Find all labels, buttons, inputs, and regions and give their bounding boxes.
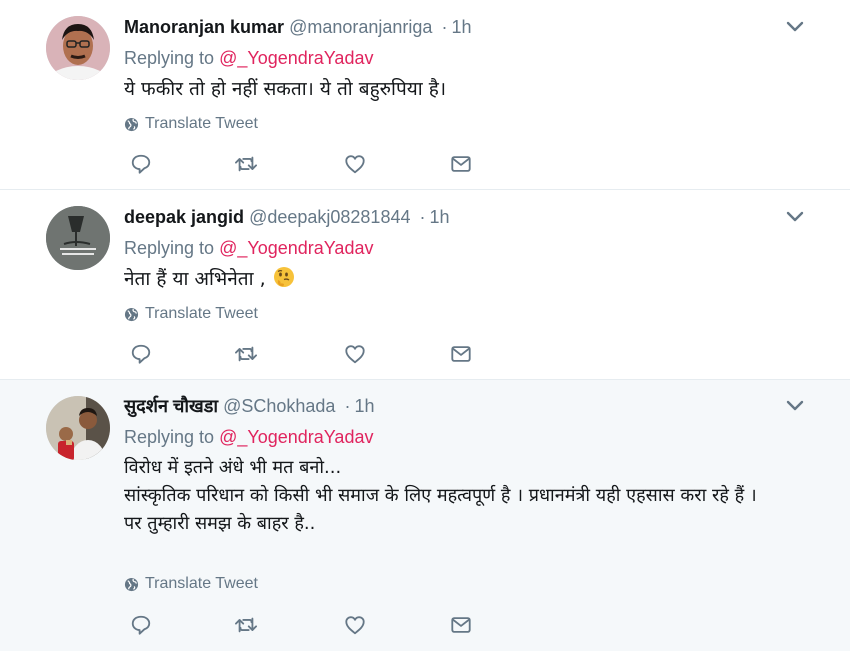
mention-link[interactable]: @_YogendraYadav [219, 238, 373, 258]
separator-dot: · [419, 207, 426, 227]
replying-label: Replying to [124, 48, 220, 68]
chevron-down-icon[interactable] [780, 15, 810, 39]
tweet-text: विरोध में इतने अंधे भी मत बनो... सांस्कृ… [124, 457, 757, 534]
retweet-icon[interactable] [231, 613, 261, 637]
avatar-photo [46, 396, 110, 460]
tweet-actions [124, 613, 484, 637]
timestamp[interactable]: 1h [451, 17, 471, 37]
tweet-actions [124, 152, 484, 176]
tweet-content: सुदर्शन चौखडा @SChokhada · 1h Replying to… [124, 394, 810, 538]
thinking-face-icon [272, 266, 296, 290]
tweet-feed: Manoranjan kumar @manoranjanriga · 1h Rep… [0, 0, 850, 651]
chevron-down-icon[interactable] [780, 394, 810, 418]
chevron-down-icon[interactable] [780, 205, 810, 229]
replying-to: Replying to @_YogendraYadav [124, 236, 810, 260]
tweet-highlighted[interactable]: सुदर्शन चौखडा @SChokhada · 1h Replying to… [0, 380, 850, 651]
mention-link[interactable]: @_YogendraYadav [219, 48, 373, 68]
like-icon[interactable] [340, 613, 370, 637]
avatar-photo [46, 206, 110, 270]
avatar[interactable] [46, 206, 110, 270]
timestamp[interactable]: 1h [430, 207, 450, 227]
globe-icon [124, 307, 139, 321]
tweet-header: सुदर्शन चौखडा @SChokhada · 1h [124, 394, 810, 418]
tweet-content: deepak jangid @deepakj08281844 · 1h Reply… [124, 205, 810, 294]
avatar[interactable] [46, 396, 110, 460]
replying-label: Replying to [124, 238, 220, 258]
tweet[interactable]: Manoranjan kumar @manoranjanriga · 1h Rep… [0, 0, 850, 190]
replying-label: Replying to [124, 427, 220, 447]
reply-icon[interactable] [126, 613, 156, 637]
replying-to: Replying to @_YogendraYadav [124, 425, 810, 449]
reply-icon[interactable] [126, 152, 156, 176]
fullname[interactable]: सुदर्शन चौखडा [124, 396, 218, 416]
tweet-header: Manoranjan kumar @manoranjanriga · 1h [124, 15, 810, 39]
tweet-text: ये फकीर तो हो नहीं सकता। ये तो बहुरुपिया… [124, 78, 447, 100]
fullname[interactable]: deepak jangid [124, 207, 244, 227]
retweet-icon[interactable] [231, 342, 261, 366]
translate-label: Translate Tweet [145, 305, 258, 322]
username[interactable]: @manoranjanriga [289, 17, 432, 37]
username[interactable]: @SChokhada [223, 396, 335, 416]
separator-dot: · [344, 396, 351, 416]
globe-icon [124, 577, 139, 591]
username[interactable]: @deepakj08281844 [249, 207, 410, 227]
translate-tweet-link[interactable]: Translate Tweet [124, 305, 258, 323]
tweet-text: नेता हैं या अभिनेता , [124, 268, 266, 290]
retweet-icon[interactable] [231, 152, 261, 176]
translate-tweet-link[interactable]: Translate Tweet [124, 575, 258, 593]
tweet[interactable]: deepak jangid @deepakj08281844 · 1h Reply… [0, 190, 850, 380]
separator-dot: · [441, 17, 448, 37]
avatar[interactable] [46, 16, 110, 80]
tweet-actions [124, 342, 484, 366]
tweet-text-wrap: नेता हैं या अभिनेता , [124, 265, 810, 294]
translate-label: Translate Tweet [145, 575, 258, 592]
tweet-content: Manoranjan kumar @manoranjanriga · 1h Rep… [124, 15, 810, 104]
tweet-header: deepak jangid @deepakj08281844 · 1h [124, 205, 810, 229]
like-icon[interactable] [340, 152, 370, 176]
fullname[interactable]: Manoranjan kumar [124, 17, 284, 37]
replying-to: Replying to @_YogendraYadav [124, 46, 810, 70]
globe-icon [124, 117, 139, 131]
message-icon[interactable] [446, 342, 476, 366]
translate-tweet-link[interactable]: Translate Tweet [124, 115, 258, 133]
mention-link[interactable]: @_YogendraYadav [219, 427, 373, 447]
reply-icon[interactable] [126, 342, 156, 366]
translate-label: Translate Tweet [145, 115, 258, 132]
message-icon[interactable] [446, 613, 476, 637]
avatar-photo [46, 16, 110, 80]
timestamp[interactable]: 1h [354, 396, 374, 416]
message-icon[interactable] [446, 152, 476, 176]
like-icon[interactable] [340, 342, 370, 366]
